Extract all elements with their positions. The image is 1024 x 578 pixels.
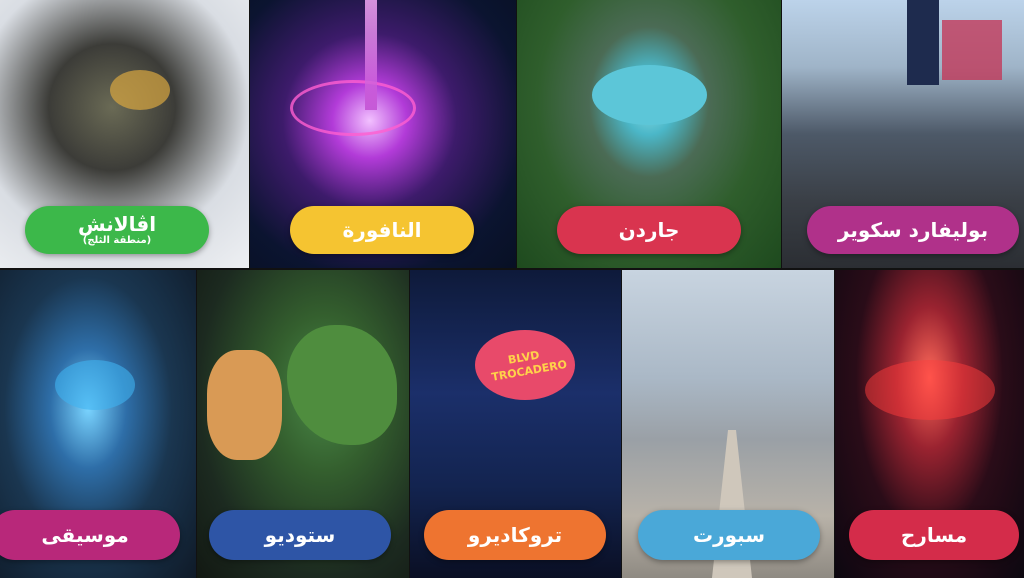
theaters-label: مسارح [900,523,968,547]
fountain-jet [365,0,377,110]
billboard [942,20,1002,80]
tile-fountain[interactable]: النافورة [250,0,516,268]
tile-boulevard-square[interactable]: بوليفارد سكوير [782,0,1024,268]
snow-village-lights [110,70,170,110]
tile-sport[interactable]: سبورت [622,270,834,578]
fountain-label: النافورة [342,218,422,242]
music-pill[interactable]: موسيقى [0,510,180,560]
garden-pool [592,65,707,125]
tile-music[interactable]: موسيقى [0,270,196,578]
cartoon-character [207,350,282,460]
studio-pill[interactable]: ستوديو [209,510,391,560]
boulevard-square-pill[interactable]: بوليفارد سكوير [807,206,1019,254]
fountain-pill[interactable]: النافورة [290,206,474,254]
studio-label: ستوديو [264,523,336,547]
stage-lights [865,360,995,420]
music-plaza-glow [55,360,135,410]
music-label: موسيقى [41,523,129,547]
tile-theaters[interactable]: مسارح [835,270,1024,578]
sport-label: سبورت [693,523,765,547]
theaters-pill[interactable]: مسارح [849,510,1019,560]
trocadero-pill[interactable]: تروكاديرو [424,510,606,560]
trocadero-sign: BLVD TROCADERO [475,330,575,400]
tile-garden[interactable]: جاردن [517,0,781,268]
avalanche-sublabel: (منطقة الثلج) [82,235,152,246]
fountain-ring [290,80,416,136]
tower-building [907,0,939,85]
attractions-grid: اڤالانش (منطقة الثلج) النافورة جاردن بول… [0,0,1024,578]
avalanche-pill[interactable]: اڤالانش (منطقة الثلج) [25,206,209,254]
tile-trocadero[interactable]: BLVD TROCADERO تروكاديرو [410,270,621,578]
tile-avalanche[interactable]: اڤالانش (منطقة الثلج) [0,0,249,268]
tile-studio[interactable]: ستوديو [197,270,409,578]
boulevard-square-label: بوليفارد سكوير [837,218,989,242]
trocadero-label: تروكاديرو [467,523,563,547]
garden-label: جاردن [618,218,680,242]
avalanche-label: اڤالانش [77,212,157,236]
sport-pill[interactable]: سبورت [638,510,820,560]
trocadero-sign-text: BLVD TROCADERO [490,348,569,384]
garden-pill[interactable]: جاردن [557,206,741,254]
